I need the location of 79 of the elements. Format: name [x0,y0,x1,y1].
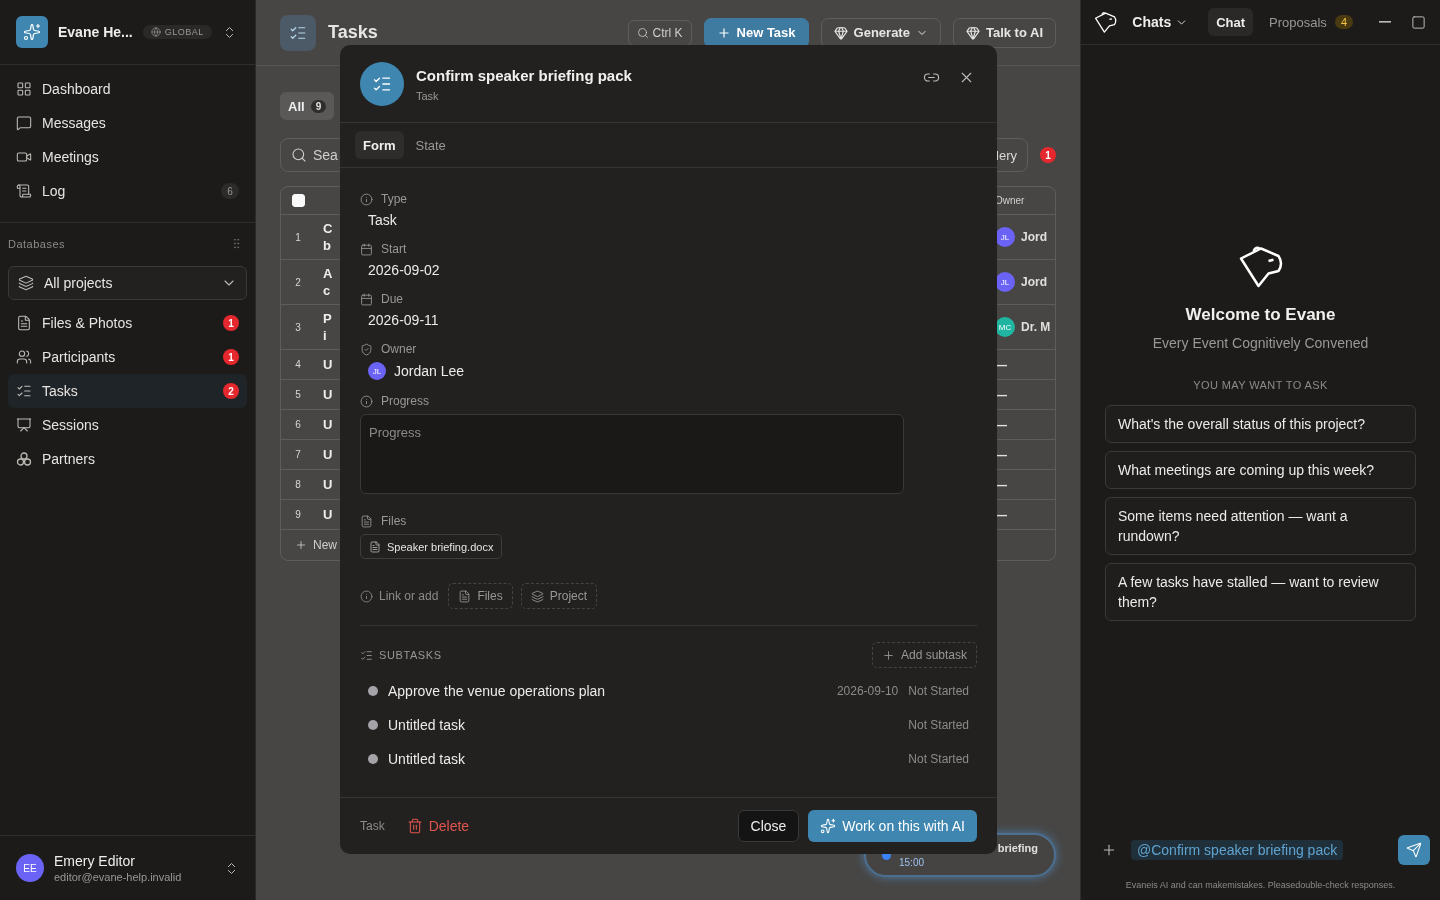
tagline: Every Event Cognitively Convened [1152,335,1369,351]
owner-avatar: JL [368,362,386,380]
field-value: 2026-09-11 [367,312,440,328]
workspace-name: Evane He... [58,24,133,40]
field-label: Files [381,514,407,528]
row-number: 5 [295,389,301,400]
row-number: 2 [295,276,301,288]
subtask-status: Not Started [908,684,969,698]
table-cell: U [323,416,333,433]
subtask-status: Not Started [908,718,969,732]
subtask-title: Untitled task [388,751,466,767]
table-cell: b [323,237,331,254]
subtask-title: Untitled task [388,717,466,733]
field-value: Jordan Lee [394,363,465,379]
subtask-due: 2026-09-10 [836,684,899,698]
owner-avatar: MC [995,317,1015,337]
owner-avatar: JL [995,272,1015,292]
owner-avatar: JL [995,227,1015,247]
section-title: Databases [8,237,66,250]
nav-label: Participants [42,349,116,365]
nav-label: Messages [42,115,106,131]
dialog-subtitle: Task [416,90,440,102]
owner-name: Jord [1021,275,1047,289]
nav-label: Sessions [42,417,99,433]
scope-label: GLOBAL [164,27,204,37]
table-cell: U [323,506,333,523]
user-name: Emery Editor [54,853,136,869]
field-label: Type [381,192,407,206]
field-value: 2026-09-02 [367,262,441,278]
nav-label: Log [42,183,66,199]
row-number: 9 [295,509,301,520]
field-label: Progress [381,394,430,408]
nav-label: Partners [42,451,95,467]
subtask-status: Not Started [908,752,969,766]
row-number: 6 [295,419,301,430]
table-cell: U [323,476,333,493]
nav-label: Tasks [42,383,78,399]
table-cell: U [323,386,333,403]
dialog-title: Confirm speaker briefing pack [416,67,633,84]
disclaimer: Evaneis AI and can makemistakes. Pleasedouble-check responses. [1124,879,1397,892]
welcome-title: Welcome to Evane [1185,305,1336,325]
mention-chip: @Confirm speaker briefing pack [1131,840,1344,860]
row-number: 3 [295,321,301,333]
alert-badge: 2 [223,383,239,399]
owner-name: Dr. M [1021,320,1051,334]
row-number: 1 [295,231,301,243]
link-label: Link or add [379,589,439,603]
alert-badge: 1 [223,349,239,365]
table-cell: U [323,356,333,373]
table-cell: P [323,310,332,327]
table-cell: i [323,327,327,344]
field-label: Owner [381,342,417,356]
table-cell: A [323,265,333,282]
event-title: briefing [997,842,1038,854]
nav-label: Meetings [42,149,99,165]
subtask-title: Approve the venue operations plan [388,683,606,699]
footer-type: Task [360,819,385,833]
count-badge: 6 [221,183,239,199]
nav-label: Files & Photos [42,315,133,331]
row-number: 8 [295,479,301,490]
page-title: Tasks [328,22,378,43]
table-cell: U [323,446,333,463]
alert-badge: 1 [1040,147,1056,163]
user-email: editor@evane-help.invalid [54,871,183,883]
table-cell: C [323,220,333,237]
field-label: Start [381,242,407,256]
alert-badge: 1 [223,315,239,331]
field-label: Due [381,292,403,306]
section-title: SUBTASKS [379,649,442,661]
user-avatar: EE [16,854,44,882]
section-title: YOU MAY WANT TO ASK [1193,379,1328,391]
table-cell: c [323,282,331,299]
row-number: 4 [295,359,301,370]
owner-name: Jord [1021,230,1047,244]
row-number: 7 [295,449,301,460]
event-time: 15:00 [899,856,925,868]
count-badge: 9 [310,99,327,113]
nav-label: Dashboard [42,81,111,97]
field-value: Task [367,212,398,228]
